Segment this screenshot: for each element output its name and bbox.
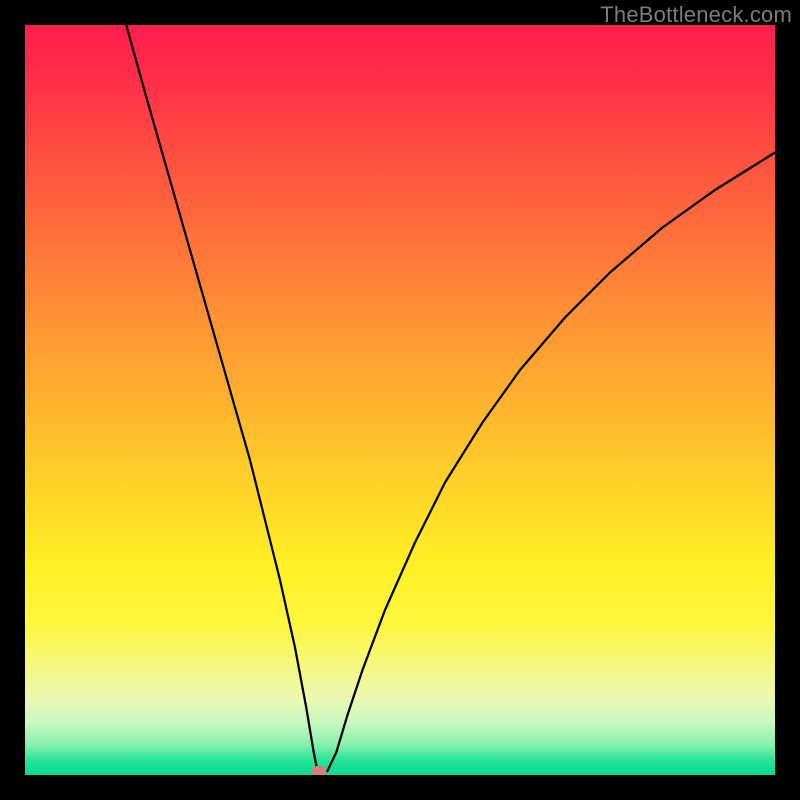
curve-right-branch [327,153,775,772]
curve-left-branch [126,25,317,771]
watermark-text: TheBottleneck.com [600,2,792,28]
plot-area [25,25,775,775]
bottleneck-curve [25,25,775,775]
minimum-marker [312,766,327,776]
chart-stage: TheBottleneck.com [0,0,800,800]
